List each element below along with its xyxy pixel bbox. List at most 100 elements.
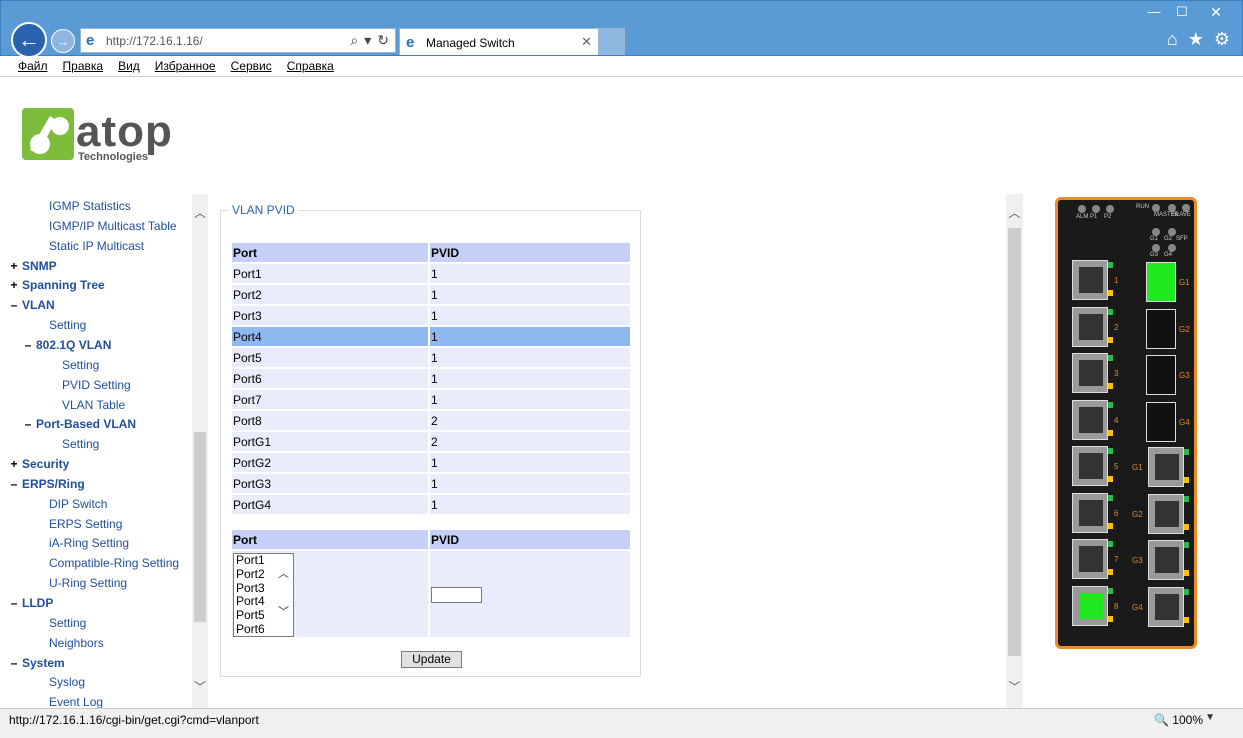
address-bar[interactable]: e http://172.16.1.16/ ⌕ ▾ ↻ [80,28,396,53]
table-row[interactable]: Port8 2 [232,411,630,430]
menu-favorites[interactable]: Избранное [155,59,216,73]
sidebar-item[interactable]: – Port-Based VLAN [22,414,136,434]
chevron-down-icon[interactable]: ﹀ [278,606,289,620]
sidebar-item[interactable]: VLAN Table [49,395,125,415]
sidebar-item-label: IGMP/IP Multicast Table [49,218,177,233]
gear-icon[interactable]: ⚙ [1214,29,1230,50]
collapse-icon[interactable]: – [22,335,34,355]
pvid-input[interactable] [431,587,482,603]
table-row[interactable]: Port4 1 [232,327,630,346]
sidebar-scrollbar[interactable]: ︿ ﹀ [192,194,208,708]
menu-help[interactable]: Справка [287,59,334,73]
chevron-down-icon[interactable]: ▾ [364,32,371,49]
sidebar-item[interactable]: – LLDP [8,593,54,613]
sidebar-item[interactable]: PVID Setting [49,375,131,395]
new-tab-button[interactable] [599,28,625,55]
sidebar-item[interactable]: Compatible-Ring Setting [36,553,179,573]
sidebar-item[interactable]: Event Log [36,692,103,708]
port-list-scrollbar[interactable]: ︿ ﹀ [276,554,293,636]
update-button[interactable]: Update [401,651,462,668]
sidebar-item[interactable]: iA-Ring Setting [36,533,129,553]
sidebar-item[interactable]: Setting [36,613,86,633]
sidebar-item[interactable]: Neighbors [36,633,104,653]
menu-file[interactable]: Файл [18,59,48,73]
led-label: P1 [1090,214,1098,220]
port-select-list[interactable]: Port1 Port2 Port3 Port4 Port5 Port6 ︿ ﹀ [233,553,294,637]
table-row[interactable]: Port6 1 [232,369,630,388]
collapse-icon[interactable]: – [8,653,20,673]
search-icon[interactable]: ⌕ [350,32,358,49]
minimize-icon[interactable]: — [1140,3,1168,21]
table-row[interactable]: Port1 1 [232,264,630,283]
sidebar-item[interactable]: –802.1Q VLAN [22,335,112,355]
sidebar-item[interactable]: – VLAN [8,295,55,315]
cell-port: Port1 [232,264,430,283]
main-scroll-thumb[interactable] [1008,228,1021,656]
atop-logo: atop Technologies [22,107,172,163]
sidebar-scroll-thumb[interactable] [194,432,206,622]
sidebar-item[interactable]: DIP Switch [36,494,107,514]
zoom-level[interactable]: 🔍 100% [1154,713,1203,727]
menu-view[interactable]: Вид [118,59,140,73]
forward-button[interactable]: → [51,29,75,53]
sidebar-item[interactable]: Setting [36,315,86,335]
table-row[interactable]: Port5 1 [232,348,630,367]
menu-tools[interactable]: Сервис [231,59,272,73]
sidebar-item[interactable]: IGMP/IP Multicast Table [36,216,177,236]
tab-close-icon[interactable]: ✕ [581,34,592,50]
sidebar-item[interactable]: U-Ring Setting [36,573,127,593]
home-icon[interactable]: ⌂ [1167,29,1178,50]
table-row[interactable]: Port3 1 [232,306,630,325]
back-button[interactable]: ← [11,22,47,58]
collapse-icon[interactable]: – [8,593,20,613]
refresh-icon[interactable]: ↻ [377,32,389,49]
table-row[interactable]: Port7 1 [232,390,630,409]
chevron-up-icon[interactable]: ︿ [1006,204,1023,221]
status-url: http://172.16.1.16/cgi-bin/get.cgi?cmd=v… [9,713,259,727]
main-scrollbar[interactable]: ︿ ﹀ [1006,194,1023,708]
chevron-up-icon[interactable]: ︿ [192,204,208,221]
chevron-down-icon[interactable]: ﹀ [192,678,208,695]
sidebar-item[interactable]: Syslog [36,672,85,692]
sidebar-item[interactable]: Setting [49,434,99,454]
status-led [1152,204,1160,212]
chevron-up-icon[interactable]: ︿ [278,568,289,582]
expand-icon[interactable]: + [8,275,20,295]
address-url[interactable]: http://172.16.1.16/ [106,34,203,48]
sidebar-item[interactable]: Setting [49,355,99,375]
tab-managed-switch[interactable]: e Managed Switch ✕ [399,28,599,55]
table-row[interactable]: PortG1 2 [232,432,630,451]
table-row[interactable]: PortG2 1 [232,453,630,472]
collapse-icon[interactable]: – [8,474,20,494]
link-led [1108,401,1113,408]
sidebar-item[interactable]: ERPS Setting [36,514,122,534]
sidebar-item[interactable]: + Security [8,454,69,474]
cell-port: PortG2 [232,453,430,472]
led-label: SFP [1176,236,1188,242]
table-row[interactable]: Port2 1 [232,285,630,304]
star-icon[interactable]: ★ [1188,29,1204,50]
port-label: 4 [1114,415,1119,425]
activity-led [1108,615,1113,622]
menu-edit[interactable]: Правка [63,59,104,73]
expand-icon[interactable]: + [8,454,20,474]
sidebar-item[interactable]: – ERPS/Ring [8,474,85,494]
close-icon[interactable]: ✕ [1196,3,1236,21]
table-row[interactable]: PortG3 1 [232,474,630,493]
table-row[interactable]: PortG4 1 [232,495,630,514]
sidebar-item-label: Setting [49,318,87,333]
sidebar-item[interactable]: Static IP Multicast [36,236,144,256]
chevron-down-icon[interactable]: ﹀ [1006,678,1023,695]
collapse-icon[interactable]: – [22,414,34,434]
cell-port: Port5 [232,348,430,367]
sidebar-item[interactable]: – System [8,653,65,673]
collapse-icon[interactable]: – [8,295,20,315]
maximize-icon[interactable]: ☐ [1168,3,1196,21]
expand-icon[interactable]: + [8,256,20,276]
sidebar-item[interactable]: IGMP Statistics [36,196,131,216]
sidebar-item[interactable]: + Spanning Tree [8,275,104,295]
sidebar-item[interactable]: + SNMP [8,256,56,276]
sidebar-nav: IGMP Statistics IGMP/IP Multicast Table St… [8,194,208,708]
cell-port: PortG1 [232,432,430,451]
chevron-down-icon[interactable]: ▼ [1205,712,1215,723]
